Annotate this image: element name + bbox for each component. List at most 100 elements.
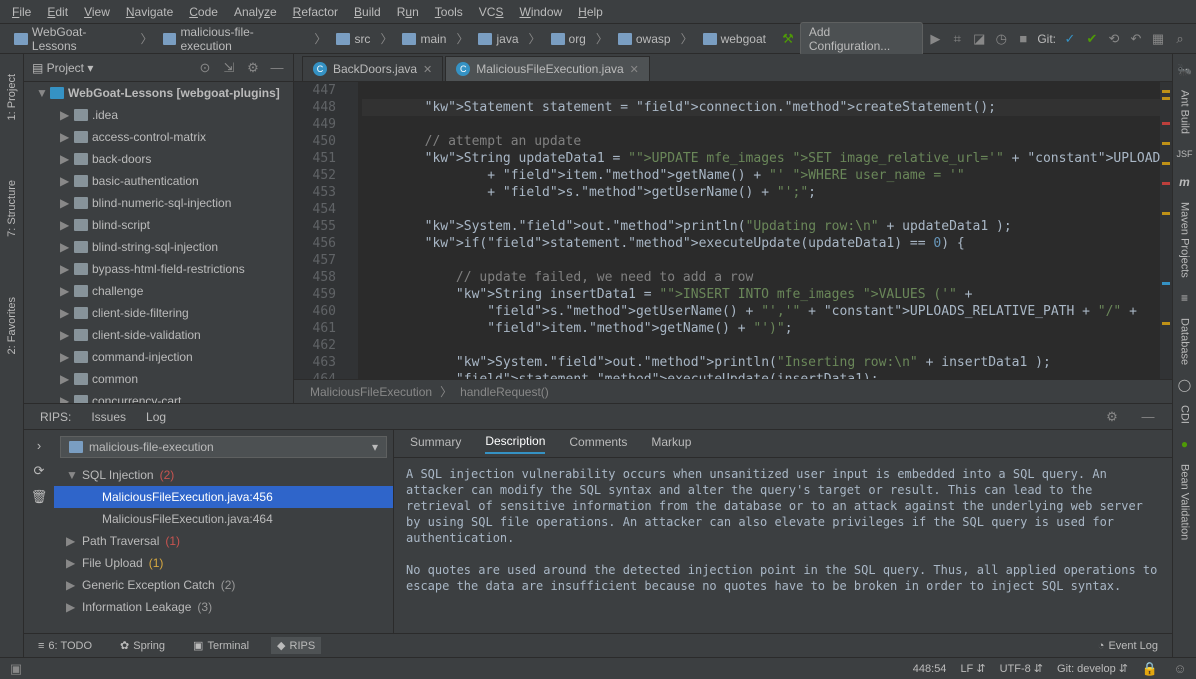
cdi-icon[interactable]: ◯ [1177,377,1193,393]
breadcrumb-src[interactable]: src [330,30,376,48]
git-commit-icon[interactable]: ✔ [1084,31,1100,47]
issue-category[interactable]: ▶Generic Exception Catch (2) [54,574,393,596]
rips-tab-issues[interactable]: Issues [91,410,126,424]
left-tab-project[interactable]: 1: Project [6,74,18,120]
menu-run[interactable]: Run [389,3,427,21]
issue-category[interactable]: ▶File Upload (1) [54,552,393,574]
tree-item[interactable]: ▶blind-numeric-sql-injection [24,192,293,214]
tree-item[interactable]: ▶challenge [24,280,293,302]
breadcrumb-module[interactable]: malicious-file-execution [157,23,311,55]
issue-category[interactable]: ▶Information Leakage (3) [54,596,393,618]
issue-category[interactable]: ▼SQL Injection (2) [54,464,393,486]
breadcrumb-org[interactable]: org [545,30,592,48]
code-editor[interactable]: "kw">Statement statement = "field">conne… [358,82,1160,379]
fold-gutter[interactable] [344,82,358,379]
git-update-icon[interactable]: ✓ [1062,31,1078,47]
close-icon[interactable]: ✕ [423,63,432,76]
left-tab-favorites[interactable]: 2: Favorites [6,297,18,354]
detail-tab[interactable]: Summary [410,435,461,453]
menu-refactor[interactable]: Refactor [285,3,346,21]
project-view-dropdown[interactable]: ▤ Project ▾ [32,61,93,75]
menu-vcs[interactable]: VCS [471,3,512,21]
run-icon[interactable]: ▶ [927,31,943,47]
left-tab-structure[interactable]: 7: Structure [6,180,18,237]
menu-tools[interactable]: Tools [427,3,471,21]
issue-item[interactable]: MaliciousFileExecution.java:464 [54,508,393,530]
bean-icon[interactable]: ● [1177,436,1193,452]
menu-analyze[interactable]: Analyze [226,3,285,21]
tree-item[interactable]: ▶basic-authentication [24,170,293,192]
rips-tab-log[interactable]: Log [146,410,166,424]
issue-category[interactable]: ▶Path Traversal (1) [54,530,393,552]
tree-item[interactable]: ▶.idea [24,104,293,126]
editor-tab[interactable]: CBackDoors.java✕ [302,56,443,81]
collapse-icon[interactable]: ⇲ [221,60,237,76]
gear-icon[interactable]: ⚙ [1104,409,1120,425]
trash-icon[interactable]: 🗑 [31,489,48,505]
project-tree[interactable]: ▼ WebGoat-Lessons [webgoat-plugins] ▶.id… [24,82,293,403]
ant-icon[interactable]: 🐜 [1177,62,1193,78]
hide-icon[interactable]: — [269,60,285,76]
tool-windows-icon[interactable]: ▣ [8,661,24,677]
editor-tab[interactable]: CMaliciousFileExecution.java✕ [445,56,650,81]
tree-root[interactable]: ▼ WebGoat-Lessons [webgoat-plugins] [24,82,293,104]
coverage-icon[interactable]: ◪ [971,31,987,47]
menu-file[interactable]: File [4,3,39,21]
search-icon[interactable]: ⌕ [1172,31,1188,47]
right-tab-maven[interactable]: Maven Projects [1179,202,1191,278]
tree-item[interactable]: ▶client-side-filtering [24,302,293,324]
breadcrumb-java[interactable]: java [472,30,524,48]
expand-icon[interactable]: › [37,438,41,453]
stop-icon[interactable]: ■ [1015,31,1031,47]
bottom-tab-todo[interactable]: ≡ 6: TODO [32,638,98,654]
tree-item[interactable]: ▶blind-script [24,214,293,236]
tree-item[interactable]: ▶back-doors [24,148,293,170]
tree-item[interactable]: ▶blind-string-sql-injection [24,236,293,258]
inspections-icon[interactable]: ☺ [1172,661,1188,677]
tree-item[interactable]: ▶concurrency-cart [24,390,293,403]
bottom-tab-spring[interactable]: ✿ Spring [114,637,171,654]
tree-item[interactable]: ▶command-injection [24,346,293,368]
settings-icon[interactable]: ⚙ [245,60,261,76]
editor-breadcrumb[interactable]: MaliciousFileExecution 〉 handleRequest() [294,379,1172,403]
right-tab-ant[interactable]: Ant Build [1179,90,1191,134]
breadcrumb-webgoat[interactable]: webgoat [697,30,772,48]
git-history-icon[interactable]: ⟲ [1106,31,1122,47]
tree-item[interactable]: ▶access-control-matrix [24,126,293,148]
overview-ruler[interactable] [1160,82,1172,379]
ide-structure-icon[interactable]: ▦ [1150,31,1166,47]
event-log-button[interactable]: ◔ Event Log [1092,638,1164,654]
right-tab-cdi[interactable]: CDI [1179,405,1191,424]
menu-view[interactable]: View [76,3,118,21]
tree-item[interactable]: ▶client-side-validation [24,324,293,346]
line-number-gutter[interactable]: 4474484494504514524534544554564574584594… [294,82,344,379]
detail-tab[interactable]: Comments [569,435,627,453]
issue-item[interactable]: MaliciousFileExecution.java:456 [54,486,393,508]
git-revert-icon[interactable]: ↶ [1128,31,1144,47]
menu-build[interactable]: Build [346,3,389,21]
menu-window[interactable]: Window [511,3,570,21]
git-branch[interactable]: Git: develop ⇵ [1057,662,1128,675]
build-icon[interactable]: ⚒ [780,31,796,47]
tree-item[interactable]: ▶common [24,368,293,390]
breadcrumb-main[interactable]: main [396,30,452,48]
lock-icon[interactable]: 🔒 [1142,661,1158,677]
right-tab-bean[interactable]: Bean Validation [1179,464,1191,540]
profile-icon[interactable]: ◷ [993,31,1009,47]
refresh-icon[interactable]: ⟳ [34,463,45,479]
hide-icon[interactable]: — [1140,409,1156,425]
menu-code[interactable]: Code [181,3,226,21]
close-icon[interactable]: ✕ [630,63,639,76]
menu-help[interactable]: Help [570,3,611,21]
breadcrumb-class[interactable]: MaliciousFileExecution [310,385,432,399]
file-encoding[interactable]: UTF-8 ⇵ [1000,662,1043,675]
bottom-tab-rips[interactable]: ◆ RIPS [271,637,321,654]
database-icon[interactable]: ≡ [1177,290,1193,306]
detail-tab[interactable]: Description [485,434,545,454]
rips-project-dropdown[interactable]: malicious-file-execution ▾ [60,436,387,458]
breadcrumb-method[interactable]: handleRequest() [460,385,549,399]
jsf-icon[interactable]: JSF [1177,146,1193,162]
bottom-tab-terminal[interactable]: ▣ Terminal [187,637,255,654]
locate-icon[interactable]: ⊙ [197,60,213,76]
menu-edit[interactable]: Edit [39,3,76,21]
